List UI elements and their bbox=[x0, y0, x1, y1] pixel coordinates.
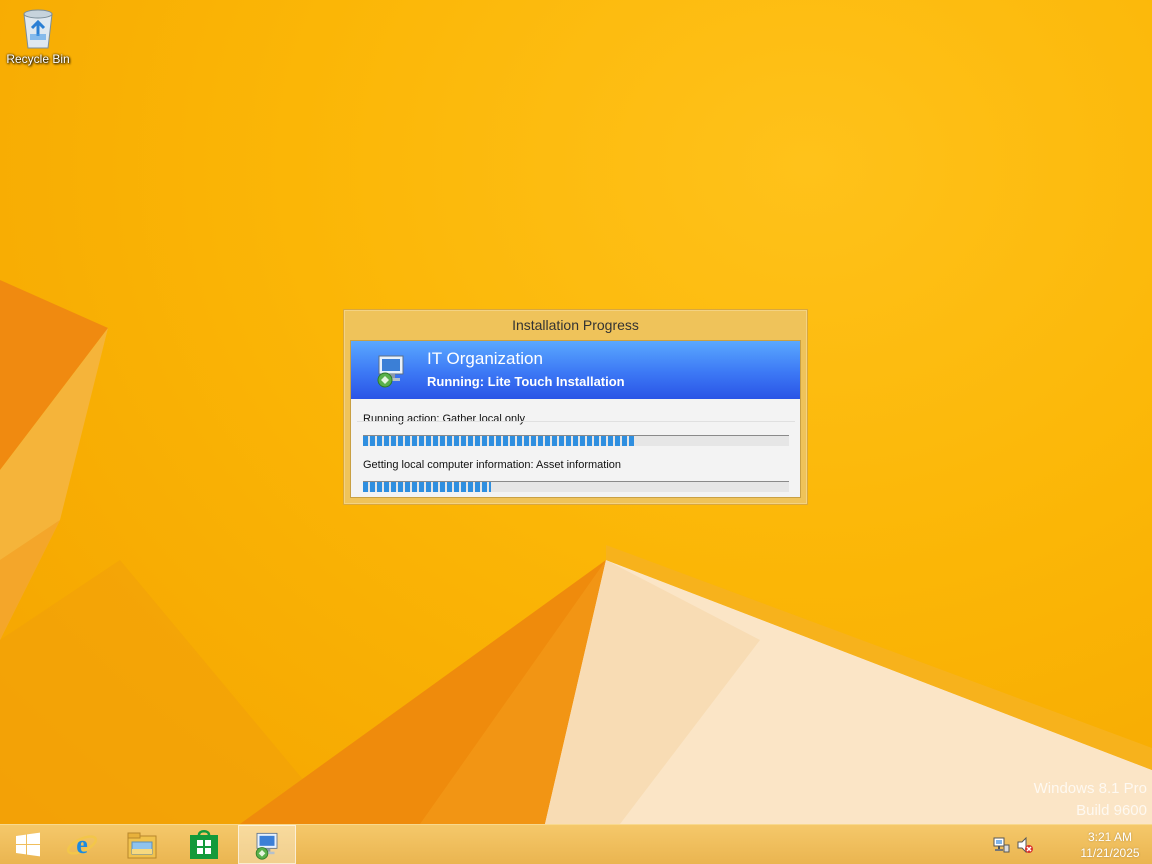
network-icon[interactable] bbox=[992, 836, 1010, 854]
internet-explorer-icon: e bbox=[66, 830, 98, 859]
banner: IT Organization Running: Lite Touch Inst… bbox=[351, 341, 800, 399]
window-title: Installation Progress bbox=[512, 317, 639, 333]
volume-muted-icon[interactable] bbox=[1016, 836, 1034, 854]
clock-time: 3:21 AM bbox=[1087, 830, 1133, 844]
taskbar-store[interactable] bbox=[176, 825, 232, 864]
step-progress-bar bbox=[363, 481, 789, 492]
banner-organization: IT Organization bbox=[427, 349, 543, 368]
section-divider bbox=[357, 421, 795, 422]
taskbar: e 3:21 AM 11/21/2025 bbox=[0, 824, 1152, 864]
clock-date: 11/21/2025 bbox=[1080, 846, 1140, 860]
clock[interactable]: 3:21 AM 11/21/2025 bbox=[1074, 829, 1146, 861]
system-tray: 3:21 AM 11/21/2025 bbox=[992, 825, 1152, 864]
start-button[interactable] bbox=[0, 825, 56, 864]
taskbar-internet-explorer[interactable]: e bbox=[54, 825, 110, 864]
store-icon bbox=[190, 829, 218, 859]
banner-status: Running: Lite Touch Installation bbox=[427, 374, 625, 389]
taskbar-file-explorer[interactable] bbox=[114, 825, 170, 864]
file-explorer-icon bbox=[127, 832, 157, 858]
recycle-bin-icon bbox=[23, 9, 53, 49]
desktop: Recycle Bin Windows 8.1 Pro Build 9600 I… bbox=[0, 0, 1152, 824]
taskbar-deployment-wizard[interactable] bbox=[238, 825, 296, 864]
watermark-build: Build 9600 bbox=[1076, 802, 1147, 819]
deployment-computer-icon bbox=[255, 832, 278, 860]
watermark-edition: Windows 8.1 Pro bbox=[1033, 780, 1147, 797]
windows-watermark: Windows 8.1 Pro Build 9600 bbox=[1034, 778, 1147, 822]
action-progress-bar bbox=[363, 435, 789, 446]
installation-progress-window[interactable]: Installation Progress IT Organization Ru… bbox=[343, 309, 808, 505]
step-progress-fill bbox=[363, 482, 491, 492]
windows-logo-icon bbox=[16, 832, 40, 856]
svg-text:e: e bbox=[76, 830, 88, 859]
action-label: Running action: Gather local only bbox=[363, 413, 526, 425]
deployment-computer-icon bbox=[377, 355, 404, 388]
recycle-bin-shortcut[interactable]: Recycle Bin bbox=[4, 4, 72, 76]
action-progress-fill bbox=[363, 436, 636, 446]
window-client-area: IT Organization Running: Lite Touch Inst… bbox=[350, 340, 801, 498]
step-label: Getting local computer information: Asse… bbox=[363, 459, 622, 471]
desktop-icon-label: Recycle Bin bbox=[6, 52, 70, 66]
